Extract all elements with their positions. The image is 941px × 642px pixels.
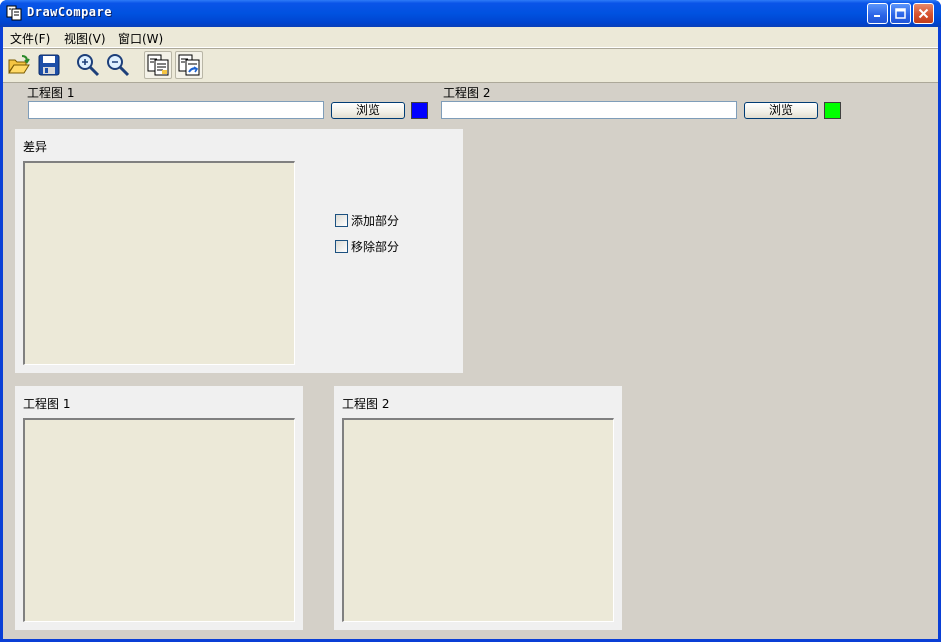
drawing1-browse-button[interactable]: 浏览 bbox=[331, 102, 405, 119]
drawing1-view-canvas[interactable] bbox=[23, 418, 295, 622]
drawing2-path-input[interactable] bbox=[441, 101, 737, 119]
zoom-in-icon bbox=[77, 54, 100, 77]
checkbox-box[interactable] bbox=[335, 240, 348, 253]
added-parts-checkbox[interactable]: 添加部分 bbox=[335, 212, 399, 229]
open-folder-icon bbox=[8, 55, 30, 74]
drawing1-label: 工程图 1 bbox=[27, 86, 75, 100]
compare-refresh-button[interactable] bbox=[175, 51, 203, 79]
maximize-icon bbox=[895, 8, 906, 19]
drawing2-browse-button[interactable]: 浏览 bbox=[744, 102, 818, 119]
added-parts-label: 添加部分 bbox=[351, 214, 400, 228]
save-button[interactable] bbox=[35, 51, 63, 79]
drawing2-panel-title: 工程图 2 bbox=[342, 397, 390, 411]
drawing2-label: 工程图 2 bbox=[443, 86, 491, 100]
minimize-button[interactable] bbox=[867, 3, 888, 24]
menu-file[interactable]: 文件(F) bbox=[10, 30, 50, 47]
checkbox-box[interactable] bbox=[335, 214, 348, 227]
compare-button[interactable] bbox=[144, 51, 172, 79]
removed-parts-checkbox[interactable]: 移除部分 bbox=[335, 238, 399, 255]
compare-refresh-icon bbox=[178, 54, 200, 76]
zoom-in-button[interactable] bbox=[74, 51, 102, 79]
zoom-out-button[interactable] bbox=[104, 51, 132, 79]
removed-parts-label: 移除部分 bbox=[351, 240, 400, 254]
drawing1-panel-title: 工程图 1 bbox=[23, 397, 71, 411]
client-area: 文件(F) 视图(V) 窗口(W) 工程图 1 浏览 工程图 2 浏览 差异 添… bbox=[3, 27, 938, 639]
title-bar[interactable]: DrawCompare bbox=[0, 0, 941, 27]
diff-panel: 差异 添加部分 移除部分 bbox=[15, 129, 463, 373]
minimize-icon bbox=[874, 15, 880, 17]
menu-bar: 文件(F) 视图(V) 窗口(W) bbox=[3, 27, 938, 48]
app-icon bbox=[6, 5, 22, 21]
close-icon bbox=[918, 8, 929, 19]
zoom-out-icon bbox=[107, 54, 130, 77]
window-title: DrawCompare bbox=[27, 5, 112, 19]
diff-panel-title: 差异 bbox=[23, 140, 48, 154]
maximize-button[interactable] bbox=[890, 3, 911, 24]
drawing2-panel: 工程图 2 bbox=[334, 386, 622, 630]
toolbar bbox=[3, 49, 938, 83]
drawing2-view-canvas[interactable] bbox=[342, 418, 614, 622]
app-window: DrawCompare 文件(F) 视图(V) 窗口(W) 工程图 1 浏览 工… bbox=[0, 0, 941, 642]
drawing1-panel: 工程图 1 bbox=[15, 386, 303, 630]
compare-drawing-icon bbox=[147, 54, 169, 76]
save-disk-icon bbox=[38, 54, 60, 76]
drawing1-path-input[interactable] bbox=[28, 101, 324, 119]
menu-view[interactable]: 视图(V) bbox=[64, 30, 106, 47]
close-button[interactable] bbox=[913, 3, 934, 24]
drawing1-color-swatch[interactable] bbox=[411, 102, 428, 119]
diff-view-canvas[interactable] bbox=[23, 161, 295, 365]
menu-window[interactable]: 窗口(W) bbox=[118, 30, 163, 47]
drawing2-color-swatch[interactable] bbox=[824, 102, 841, 119]
open-button[interactable] bbox=[5, 51, 33, 79]
